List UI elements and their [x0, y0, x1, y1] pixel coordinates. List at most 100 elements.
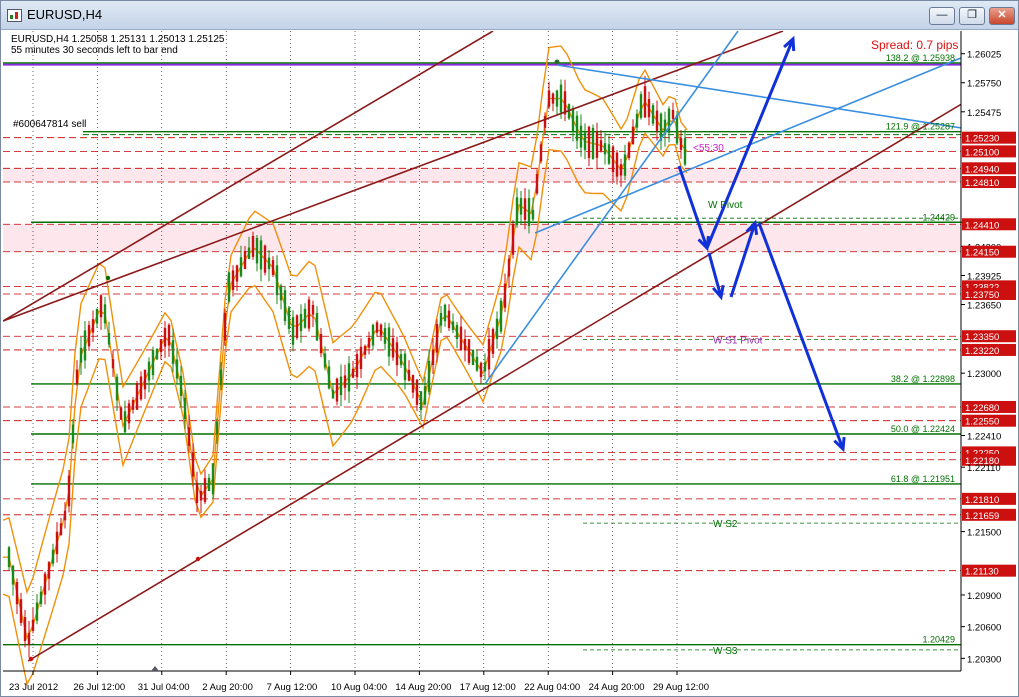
candle-body [27, 632, 31, 646]
pivot-label: W S1 Pivot [713, 335, 763, 346]
candle-body [203, 478, 207, 502]
candle-body [459, 326, 463, 350]
swing-point-marker [28, 656, 34, 662]
candle-body [523, 198, 527, 220]
pivot-label: W Pivot [708, 200, 743, 211]
restore-icon: ❐ [967, 9, 977, 21]
candle-body [347, 363, 351, 392]
candle-body [343, 375, 347, 388]
candle-body [495, 318, 499, 339]
candle-body [155, 349, 159, 360]
price-tick-label: 1.23750 [965, 290, 999, 301]
candle-body [367, 337, 371, 348]
candle-body [399, 354, 403, 366]
fibonacci-label: 61.8 @ 1.21951 [891, 474, 955, 484]
candle-body [371, 324, 375, 346]
candle-body [575, 115, 579, 141]
candle-body [107, 333, 111, 345]
candle-body [95, 308, 99, 324]
candle-body [123, 411, 127, 433]
fibonacci-label: 138.2 @ 1.25938 [886, 53, 955, 63]
candle-body [491, 329, 495, 354]
title-bar[interactable]: EURUSD,H4 — ❐ ✕ [1, 1, 1018, 30]
candle-body [199, 490, 203, 501]
candle-body [551, 93, 555, 104]
candle-body [139, 376, 143, 400]
price-tick-label: 1.24940 [965, 164, 999, 175]
restore-button[interactable]: ❐ [959, 7, 985, 25]
candle-body [571, 108, 575, 132]
fibonacci-label: 1.24429 [922, 212, 955, 222]
candle-body [287, 307, 291, 329]
candle-body [43, 573, 47, 595]
candle-body [263, 245, 267, 273]
candle-body [679, 138, 683, 150]
candle-body [67, 475, 71, 507]
symbol-info: EURUSD,H4 1.25058 1.25131 1.25013 1.2512… [11, 34, 225, 45]
candle-body [191, 452, 195, 477]
price-tick-label: 1.25750 [967, 79, 1001, 90]
candle-body [671, 109, 675, 119]
fibonacci-label: 50.0 @ 1.22424 [891, 424, 955, 434]
candle-body [119, 407, 123, 420]
candle-body [683, 138, 687, 165]
candle-body [307, 299, 311, 329]
candle-body [99, 295, 103, 318]
price-tick-label: 1.21659 [965, 511, 999, 522]
price-tick-label: 1.20300 [967, 654, 1001, 665]
candle-body [599, 140, 603, 151]
candle-body [479, 362, 483, 378]
candle-body [227, 272, 231, 302]
candle-body [407, 369, 411, 381]
resistance-zone [3, 224, 961, 252]
candle-body [127, 403, 131, 424]
candle-body [275, 265, 279, 296]
candle-body [355, 354, 359, 378]
candle-body [675, 114, 679, 144]
time-tick-label: 24 Aug 20:00 [589, 682, 645, 693]
candle-body [639, 94, 643, 118]
candle-body [159, 339, 163, 353]
candle-body [543, 115, 547, 128]
candle-body [239, 257, 243, 277]
candle-body [515, 197, 519, 226]
candle-body [351, 368, 355, 378]
price-tick-label: 1.23220 [965, 346, 999, 357]
candle-body [59, 523, 63, 536]
candle-body [55, 531, 59, 555]
price-tick-label: 1.21500 [967, 528, 1001, 539]
candle-body [255, 237, 259, 264]
close-button[interactable]: ✕ [989, 7, 1015, 25]
candle-body [315, 313, 319, 341]
candle-body [131, 399, 135, 410]
time-tick-label: 7 Aug 12:00 [267, 682, 318, 693]
candle-body [295, 315, 299, 339]
swing-point-marker [554, 59, 560, 65]
candle-body [507, 258, 511, 277]
candle-body [259, 240, 263, 270]
price-chart[interactable]: 1.26025 1.25750 1.25475 1.25230 1.25100 1.249… [3, 31, 1016, 694]
candle-body [539, 144, 543, 162]
candle-body [219, 369, 223, 386]
candle-body [251, 235, 255, 257]
candle-body [411, 374, 415, 393]
candle-body [115, 376, 119, 401]
candle-body [463, 338, 467, 351]
candle-body [475, 356, 479, 371]
price-tick-label: 1.22550 [965, 417, 999, 428]
time-tick-label: 10 Aug 04:00 [331, 682, 387, 693]
candle-body [175, 359, 179, 379]
fibonacci-label: 121.9 @ 1.25287 [886, 122, 955, 132]
candle-body [403, 353, 407, 381]
candle-body [499, 300, 503, 332]
candle-body [303, 308, 307, 328]
candle-body [79, 347, 83, 363]
price-tick-label: 1.22110 [967, 463, 1001, 474]
minimize-button[interactable]: — [929, 7, 955, 25]
candle-body [31, 619, 35, 631]
candle-body [451, 321, 455, 330]
candle-body [151, 350, 155, 376]
price-tick-label: 1.25475 [967, 108, 1001, 119]
candle-body [267, 257, 271, 270]
candle-body [443, 304, 447, 322]
